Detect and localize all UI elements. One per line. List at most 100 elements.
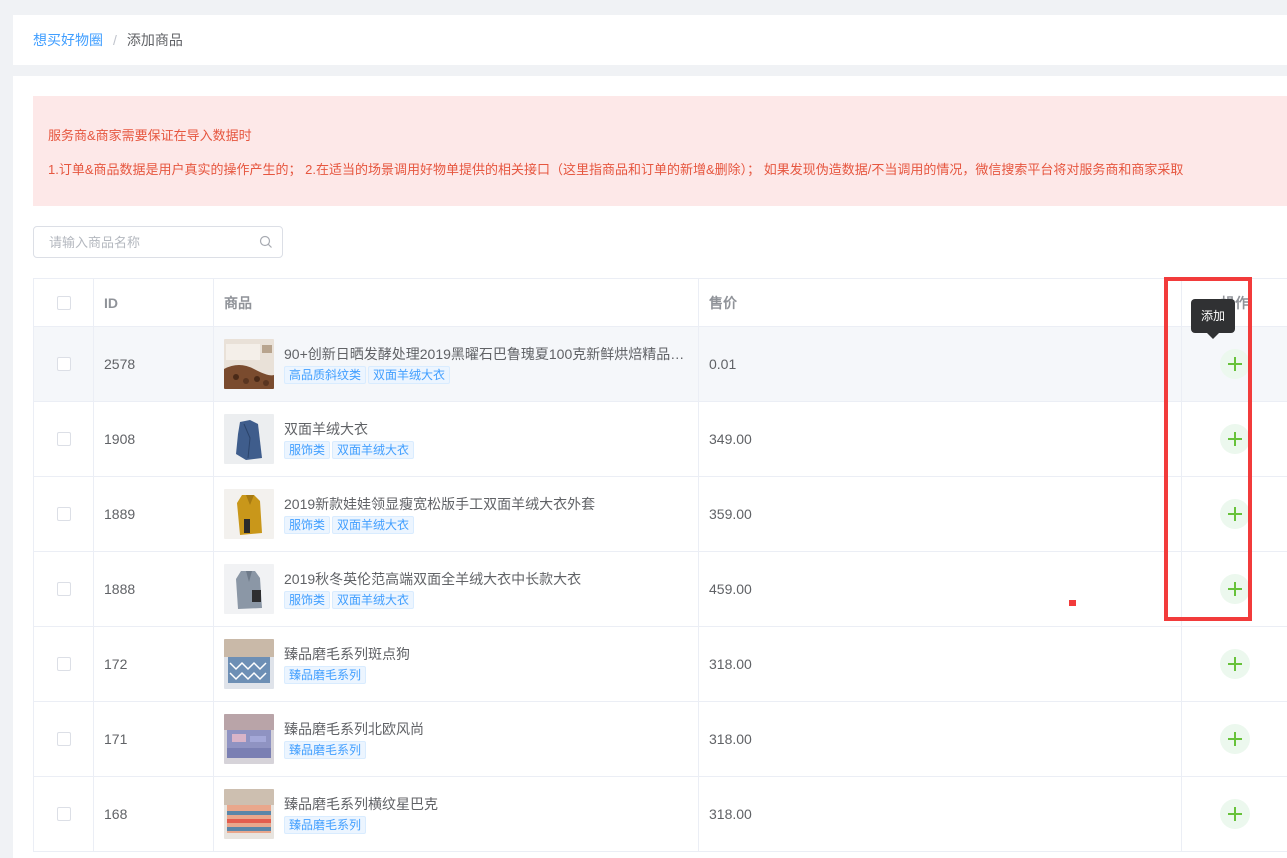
row-checkbox[interactable] bbox=[56, 582, 71, 596]
category-tag: 服饰类 bbox=[284, 591, 331, 609]
table-row: 168 臻品磨毛系列横纹星巴克 臻品磨毛系列 318.00 bbox=[34, 777, 1287, 852]
category-tag: 服饰类 bbox=[284, 516, 331, 534]
product-id: 171 bbox=[94, 702, 214, 776]
add-button[interactable] bbox=[1220, 649, 1250, 679]
search-input[interactable] bbox=[34, 227, 259, 257]
table-row: 172 臻品磨毛系列斑点狗 臻品磨毛系列 318.00 bbox=[34, 627, 1287, 702]
warning-alert: 服务商&商家需要保证在导入数据时 1.订单&商品数据是用户真实的操作产生的； 2… bbox=[33, 96, 1287, 206]
product-id: 172 bbox=[94, 627, 214, 701]
product-info: 臻品磨毛系列北欧风尚 臻品磨毛系列 bbox=[284, 719, 424, 759]
product-cell: 双面羊绒大衣 服饰类 双面羊绒大衣 bbox=[214, 402, 699, 476]
product-thumbnail bbox=[224, 564, 274, 614]
row-checkbox-cell bbox=[34, 477, 94, 551]
add-button[interactable] bbox=[1220, 799, 1250, 829]
product-name: 双面羊绒大衣 bbox=[284, 421, 368, 437]
operation-cell bbox=[1182, 627, 1287, 701]
product-tags: 服饰类 双面羊绒大衣 bbox=[284, 591, 581, 609]
alert-title: 服务商&商家需要保证在导入数据时 bbox=[48, 128, 252, 143]
product-info: 双面羊绒大衣 服饰类 双面羊绒大衣 bbox=[284, 419, 416, 459]
product-info: 2019新款娃娃领显瘦宽松版手工双面羊绒大衣外套 服饰类 双面羊绒大衣 bbox=[284, 494, 595, 534]
plus-icon bbox=[1227, 731, 1243, 747]
alert-description: 1.订单&商品数据是用户真实的操作产生的； 2.在适当的场景调用好物单提供的相关… bbox=[48, 162, 1184, 177]
product-id: 1889 bbox=[94, 477, 214, 551]
product-cell: 臻品磨毛系列斑点狗 臻品磨毛系列 bbox=[214, 627, 699, 701]
product-name: 臻品磨毛系列横纹星巴克 bbox=[284, 796, 438, 812]
product-price: 318.00 bbox=[699, 777, 1182, 851]
row-checkbox-cell bbox=[34, 402, 94, 476]
row-checkbox-cell bbox=[34, 627, 94, 701]
row-checkbox[interactable] bbox=[56, 807, 71, 821]
row-checkbox-cell bbox=[34, 327, 94, 401]
category-tag: 臻品磨毛系列 bbox=[284, 816, 367, 834]
product-id: 168 bbox=[94, 777, 214, 851]
header-checkbox-cell bbox=[34, 279, 94, 326]
product-price: 349.00 bbox=[699, 402, 1182, 476]
product-cell: 臻品磨毛系列横纹星巴克 臻品磨毛系列 bbox=[214, 777, 699, 851]
product-tags: 服饰类 双面羊绒大衣 bbox=[284, 516, 595, 534]
header-price: 售价 bbox=[699, 279, 1182, 326]
plus-icon bbox=[1227, 806, 1243, 822]
product-name: 臻品磨毛系列北欧风尚 bbox=[284, 721, 424, 737]
product-tags: 臻品磨毛系列 bbox=[284, 741, 424, 759]
breadcrumb-separator: / bbox=[113, 32, 117, 48]
product-name: 臻品磨毛系列斑点狗 bbox=[284, 646, 410, 662]
category-tag: 臻品磨毛系列 bbox=[284, 666, 367, 684]
row-checkbox[interactable] bbox=[56, 732, 71, 746]
product-tags: 高品质斜纹类 双面羊绒大衣 bbox=[284, 366, 689, 384]
category-tag: 双面羊绒大衣 bbox=[332, 591, 415, 609]
table-body: 2578 90+创新日晒发酵处理2019黑曜石巴鲁瑰夏100克新鲜烘焙精品咖啡豆高… bbox=[34, 327, 1287, 852]
category-tag: 双面羊绒大衣 bbox=[332, 516, 415, 534]
breadcrumb-root-link[interactable]: 想买好物圈 bbox=[33, 32, 103, 48]
select-all-checkbox[interactable] bbox=[56, 295, 71, 310]
product-cell: 2019秋冬英伦范高端双面全羊绒大衣中长款大衣 服饰类 双面羊绒大衣 bbox=[214, 552, 699, 626]
table-row: 171 臻品磨毛系列北欧风尚 臻品磨毛系列 318.00 bbox=[34, 702, 1287, 777]
product-cell: 臻品磨毛系列北欧风尚 臻品磨毛系列 bbox=[214, 702, 699, 776]
tooltip-arrow bbox=[1207, 333, 1219, 339]
product-id: 1908 bbox=[94, 402, 214, 476]
operation-cell bbox=[1182, 777, 1287, 851]
product-tags: 臻品磨毛系列 bbox=[284, 666, 410, 684]
table-row: 1908 双面羊绒大衣 服饰类 双面羊绒大衣 349.00 bbox=[34, 402, 1287, 477]
header-id: ID bbox=[94, 279, 214, 326]
operation-cell bbox=[1182, 702, 1287, 776]
product-cell: 2019新款娃娃领显瘦宽松版手工双面羊绒大衣外套 服饰类 双面羊绒大衣 bbox=[214, 477, 699, 551]
search-box bbox=[33, 226, 283, 258]
row-checkbox[interactable] bbox=[56, 357, 71, 371]
row-checkbox[interactable] bbox=[56, 657, 71, 671]
product-id: 1888 bbox=[94, 552, 214, 626]
product-price: 318.00 bbox=[699, 702, 1182, 776]
product-table: ID 商品 售价 操作 2578 90+创新日晒发酵处理2019黑曜石巴鲁瑰夏10… bbox=[33, 278, 1287, 852]
product-id: 2578 bbox=[94, 327, 214, 401]
category-tag: 双面羊绒大衣 bbox=[332, 441, 415, 459]
category-tag: 高品质斜纹类 bbox=[284, 366, 367, 384]
row-checkbox-cell bbox=[34, 702, 94, 776]
row-checkbox-cell bbox=[34, 777, 94, 851]
product-tags: 服饰类 双面羊绒大衣 bbox=[284, 441, 416, 459]
product-cell: 90+创新日晒发酵处理2019黑曜石巴鲁瑰夏100克新鲜烘焙精品咖啡豆 高品质斜纹… bbox=[214, 327, 699, 401]
add-button[interactable] bbox=[1220, 724, 1250, 754]
table-row: 1888 2019秋冬英伦范高端双面全羊绒大衣中长款大衣 服饰类 双面羊绒大衣 459.… bbox=[34, 552, 1287, 627]
product-thumbnail bbox=[224, 339, 274, 389]
product-info: 臻品磨毛系列斑点狗 臻品磨毛系列 bbox=[284, 644, 410, 684]
row-checkbox[interactable] bbox=[56, 507, 71, 521]
product-thumbnail bbox=[224, 489, 274, 539]
product-price: 359.00 bbox=[699, 477, 1182, 551]
red-marker bbox=[1069, 600, 1076, 606]
category-tag: 双面羊绒大衣 bbox=[368, 366, 451, 384]
breadcrumb: 想买好物圈 / 添加商品 bbox=[33, 15, 183, 65]
main-panel: 服务商&商家需要保证在导入数据时 1.订单&商品数据是用户真实的操作产生的； 2… bbox=[13, 76, 1287, 858]
product-price: 318.00 bbox=[699, 627, 1182, 701]
product-thumbnail bbox=[224, 789, 274, 839]
table-row: 1889 2019新款娃娃领显瘦宽松版手工双面羊绒大衣外套 服饰类 双面羊绒大衣 359… bbox=[34, 477, 1287, 552]
search-icon[interactable] bbox=[259, 235, 273, 249]
category-tag: 服饰类 bbox=[284, 441, 331, 459]
header-product: 商品 bbox=[214, 279, 699, 326]
product-thumbnail bbox=[224, 414, 274, 464]
row-checkbox[interactable] bbox=[56, 432, 71, 446]
product-info: 臻品磨毛系列横纹星巴克 臻品磨毛系列 bbox=[284, 794, 438, 834]
table-row: 2578 90+创新日晒发酵处理2019黑曜石巴鲁瑰夏100克新鲜烘焙精品咖啡豆高… bbox=[34, 327, 1287, 402]
product-name: 2019秋冬英伦范高端双面全羊绒大衣中长款大衣 bbox=[284, 571, 582, 587]
category-tag: 臻品磨毛系列 bbox=[284, 741, 367, 759]
breadcrumb-bar: 想买好物圈 / 添加商品 bbox=[13, 15, 1287, 65]
product-price: 0.01 bbox=[699, 327, 1182, 401]
